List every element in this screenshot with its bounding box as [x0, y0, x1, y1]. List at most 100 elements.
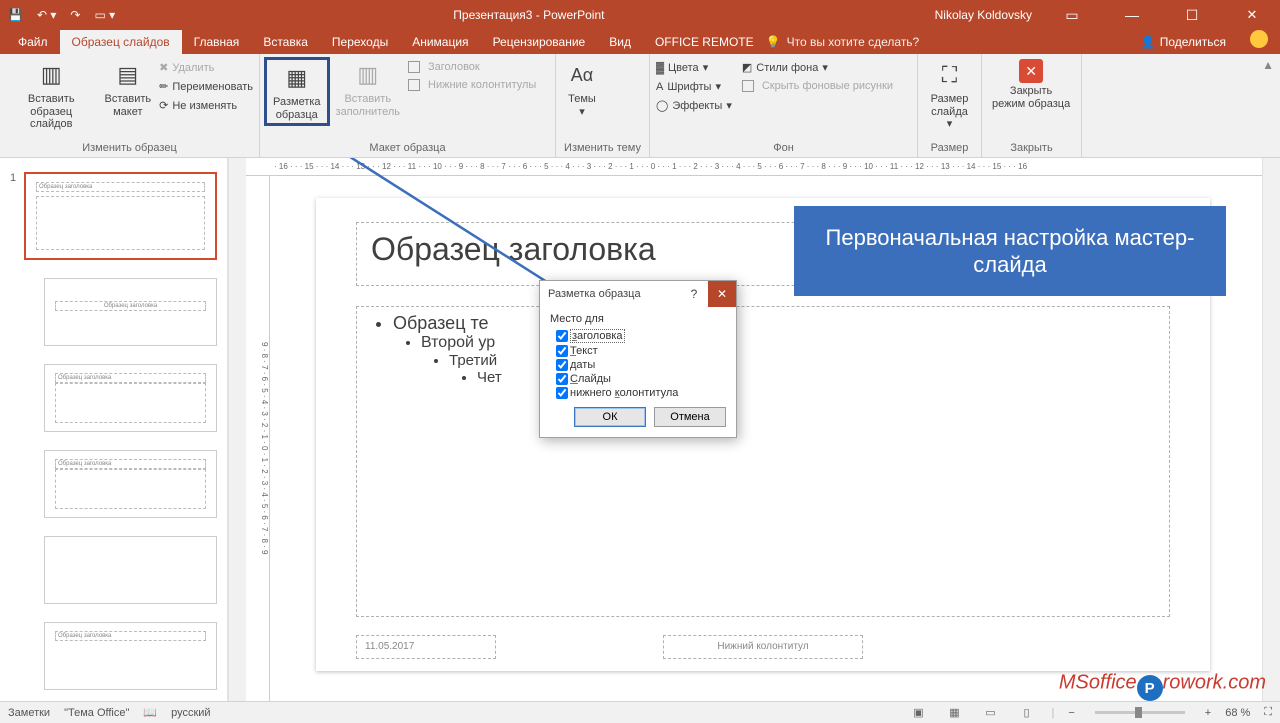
thumb-layout[interactable]: Образец заголовка — [44, 278, 217, 346]
zoom-in-icon[interactable]: + — [1205, 707, 1211, 719]
user-name[interactable]: Nikolay Koldovsky — [935, 8, 1032, 22]
maximize-button[interactable]: ☐ — [1172, 0, 1212, 30]
ribbon-display-icon[interactable]: ▭ — [1052, 0, 1092, 30]
delete-icon: ✖ — [159, 61, 168, 74]
tab-animations[interactable]: Анимация — [400, 30, 480, 54]
master-layout-label: Разметка образца — [273, 96, 321, 121]
share-button[interactable]: 👤 Поделиться — [1129, 30, 1238, 54]
placeholder-icon: ▥ — [352, 59, 384, 91]
effects-icon: ◯ — [656, 99, 668, 112]
tab-review[interactable]: Рецензирование — [481, 30, 598, 54]
insert-placeholder-button: ▥ Вставить заполнитель — [330, 57, 406, 120]
close-master-view-button[interactable]: ✕ Закрыть режим образца — [986, 57, 1076, 112]
close-button[interactable]: ✕ — [1232, 0, 1272, 30]
ruler-vertical[interactable]: 9 · 8 · 7 · 6 · 5 · 4 · 3 · 2 · 1 · 0 · … — [246, 176, 270, 701]
master-layout-icon: ▦ — [281, 62, 313, 94]
dialog-titlebar[interactable]: Разметка образца ? ✕ — [540, 281, 736, 307]
master-layout-button[interactable]: ▦ Разметка образца — [264, 57, 330, 126]
themes-icon: Aα — [566, 59, 598, 91]
zoom-slider[interactable] — [1095, 711, 1185, 714]
share-icon: 👤 — [1141, 35, 1156, 49]
emoji-icon[interactable] — [1250, 30, 1268, 48]
status-theme: "Тема Office" — [64, 707, 129, 719]
ruler-horizontal[interactable]: · 16 · · · 15 · · · 14 · · · 13 · · · 12… — [246, 158, 1262, 176]
themes-button[interactable]: Aα Темы▾ — [560, 57, 604, 120]
thumb-layout[interactable]: Образец заголовка — [44, 364, 217, 432]
rename-icon: ✏ — [159, 80, 168, 93]
placeholder-date[interactable]: 11.05.2017 — [356, 635, 496, 659]
thumb-layout[interactable] — [44, 536, 217, 604]
tab-home[interactable]: Главная — [182, 30, 252, 54]
status-notes[interactable]: Заметки — [8, 707, 50, 719]
thumbnail-pane[interactable]: 1 Образец заголовка Образец заголовка Об… — [0, 158, 228, 701]
insert-master-icon: ▥ — [35, 59, 67, 91]
tab-slide-master[interactable]: Образец слайдов — [60, 30, 182, 54]
minimize-button[interactable]: — — [1112, 0, 1152, 30]
colors-icon: ▓ — [656, 62, 664, 74]
view-slideshow-icon[interactable]: ▯ — [1015, 704, 1037, 722]
dialog-close-button[interactable]: ✕ — [708, 281, 736, 307]
annotation-callout: Первоначальная настройка мастер-слайда — [794, 206, 1226, 296]
insert-master-label: Вставить образец слайдов — [10, 93, 92, 131]
fonts-button[interactable]: AШрифты ▾ — [654, 78, 734, 95]
checkbox-date[interactable]: даты — [556, 359, 726, 371]
document-title: Презентация3 - PowerPoint — [123, 8, 934, 22]
bg-icon: ◩ — [742, 61, 752, 74]
insert-layout-button[interactable]: ▤ Вставить макет — [98, 57, 157, 120]
placeholder-footer[interactable]: Нижний колонтитул — [663, 635, 863, 659]
dialog-cancel-button[interactable]: Отмена — [654, 407, 726, 427]
zoom-out-icon[interactable]: − — [1068, 707, 1074, 719]
master-layout-dialog: Разметка образца ? ✕ Место для заголовка… — [539, 280, 737, 438]
thumb-scrollbar[interactable] — [228, 158, 246, 701]
thumb-layout[interactable]: Образец заголовка — [44, 450, 217, 518]
view-normal-icon[interactable]: ▣ — [907, 704, 929, 722]
bg-styles-button[interactable]: ◩Стили фона ▾ — [740, 59, 895, 76]
view-reading-icon[interactable]: ▭ — [979, 704, 1001, 722]
effects-button[interactable]: ◯Эффекты ▾ — [654, 97, 734, 114]
group-size: Размер — [922, 140, 977, 157]
thumb-layout[interactable]: Образец заголовка — [44, 622, 217, 690]
start-slideshow-icon[interactable]: ▭ ▾ — [94, 8, 115, 22]
placeholder-body[interactable]: Образец те Второй ур Третий Чет — [356, 306, 1170, 617]
watermark: MSofficeProwork.com — [1059, 671, 1266, 697]
fit-to-window-icon[interactable]: ⛶ — [1264, 706, 1272, 719]
group-close: Закрыть — [986, 140, 1077, 157]
insert-layout-label: Вставить макет — [104, 93, 151, 118]
view-sorter-icon[interactable]: ▦ — [943, 704, 965, 722]
footers-checkbox: Нижние колонтитулы — [406, 77, 538, 93]
tab-file[interactable]: Файл — [6, 30, 60, 54]
dialog-help-button[interactable]: ? — [680, 287, 708, 301]
tab-insert[interactable]: Вставка — [251, 30, 320, 54]
zoom-level[interactable]: 68 % — [1225, 707, 1250, 719]
status-spell-icon[interactable]: 📖 — [143, 706, 157, 719]
canvas-area: · 16 · · · 15 · · · 14 · · · 13 · · · 12… — [246, 158, 1262, 701]
checkbox-title[interactable]: заголовка — [556, 329, 726, 343]
insert-slide-master-button[interactable]: ▥ Вставить образец слайдов — [4, 57, 98, 133]
undo-icon[interactable]: ↶ ▾ — [37, 8, 56, 22]
title-checkbox: Заголовок — [406, 59, 538, 75]
slide-size-button[interactable]: ⛶ Размер слайда ▾ — [922, 57, 977, 133]
hide-bg-checkbox[interactable]: Скрыть фоновые рисунки — [740, 78, 895, 94]
redo-icon[interactable]: ↷ — [70, 8, 80, 22]
collapse-ribbon-icon[interactable]: ▲ — [1262, 58, 1274, 72]
checkbox-text[interactable]: Текст — [556, 345, 726, 357]
quick-access-toolbar: 💾 ↶ ▾ ↷ ▭ ▾ — [0, 8, 123, 22]
tab-view[interactable]: Вид — [597, 30, 643, 54]
tell-me[interactable]: 💡 Что вы хотите сделать? — [766, 30, 920, 54]
delete-button[interactable]: ✖Удалить — [157, 59, 255, 76]
status-language[interactable]: русский — [171, 707, 210, 719]
save-icon[interactable]: 💾 — [8, 8, 23, 22]
dialog-ok-button[interactable]: ОК — [574, 407, 646, 427]
bulb-icon: 💡 — [766, 35, 781, 49]
tab-office-remote[interactable]: OFFICE REMOTE — [643, 30, 766, 54]
close-icon: ✕ — [1019, 59, 1043, 83]
checkbox-footer[interactable]: нижнего колонтитула — [556, 387, 726, 399]
colors-button[interactable]: ▓Цвета ▾ — [654, 59, 734, 76]
rename-button[interactable]: ✏Переименовать — [157, 78, 255, 95]
canvas-scrollbar[interactable] — [1262, 158, 1280, 701]
thumb-master[interactable]: Образец заголовка — [24, 172, 217, 260]
checkbox-slides[interactable]: Слайды — [556, 373, 726, 385]
share-label: Поделиться — [1160, 35, 1226, 49]
tab-transitions[interactable]: Переходы — [320, 30, 400, 54]
preserve-button[interactable]: ⟳Не изменять — [157, 97, 255, 114]
